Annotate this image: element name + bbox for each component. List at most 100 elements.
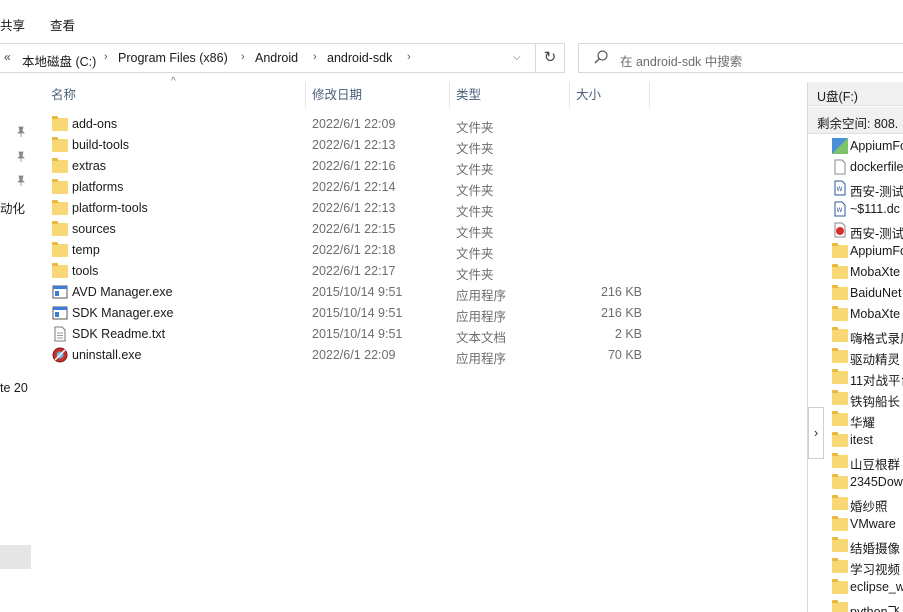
overflow-chevron-icon[interactable]: « [4,50,11,64]
column-header-type[interactable]: 类型 [456,84,481,108]
pin-icon[interactable] [15,126,27,138]
drive-item[interactable]: python飞 [832,598,903,612]
folder-icon [52,263,68,278]
drive-item-label: 西安-测试 [850,185,903,199]
refresh-button[interactable]: ↻ [536,43,565,73]
drive-item[interactable]: AppiumFo [832,136,903,157]
folder-icon [52,158,68,173]
drive-item[interactable]: W 西安-测试 [832,178,903,199]
drive-item[interactable]: dockerfile [832,157,903,178]
file-row[interactable]: sources 2022/6/1 22:15 文件夹 [48,219,650,240]
drive-item[interactable]: W ~$111.dc [832,199,903,220]
column-header-size[interactable]: 大小 [576,84,601,108]
nav-item-label[interactable]: 动化 [0,198,25,217]
application-icon [52,305,68,321]
breadcrumb-android-sdk[interactable]: android-sdk [327,51,392,65]
drive-item-label: 西安-测试 [850,227,903,241]
file-row[interactable]: tools 2022/6/1 22:17 文件夹 [48,261,650,282]
folder-icon [832,411,848,426]
chevron-right-icon[interactable]: › [104,51,108,63]
breadcrumb-program-files[interactable]: Program Files (x86) [118,51,228,65]
drive-item[interactable]: eclipse_w [832,577,903,598]
file-size: 216 KB [600,285,642,299]
drive-item[interactable]: AppiumFo [832,241,903,262]
folder-icon [832,348,848,363]
file-row[interactable]: uninstall.exe 2022/6/1 22:09 应用程序 70 KB [48,345,650,366]
file-row[interactable]: platform-tools 2022/6/1 22:13 文件夹 [48,198,650,219]
tab-view[interactable]: 查看 [50,15,75,34]
drive-item[interactable]: 西安-测试 [832,220,903,241]
drive-item-label: itest [850,433,873,447]
file-modified-date: 2022/6/1 22:13 [312,138,396,152]
drive-item[interactable]: itest [832,430,903,451]
column-header-name[interactable]: 名称 [51,84,76,108]
drive-item[interactable]: 学习视频 [832,556,903,577]
file-type: 文本文档 [456,331,507,345]
drive-item[interactable]: 驱动精灵 [832,346,903,367]
folder-icon [832,390,848,405]
file-type: 文件夹 [456,121,494,135]
breadcrumb-local-disk[interactable]: 本地磁盘 (C:) [22,51,96,70]
file-row[interactable]: extras 2022/6/1 22:16 文件夹 [48,156,650,177]
drive-item[interactable]: MobaXte [832,304,903,325]
file-name: sources [72,222,116,236]
address-bar[interactable]: « 本地磁盘 (C:) › Program Files (x86) › Andr… [0,43,536,73]
breadcrumb-android[interactable]: Android [255,51,298,65]
column-divider[interactable] [569,82,570,108]
file-row[interactable]: build-tools 2022/6/1 22:13 文件夹 [48,135,650,156]
file-row[interactable]: add-ons 2022/6/1 22:09 文件夹 [48,114,650,135]
pin-icon[interactable] [15,151,27,163]
file-name: tools [72,264,99,278]
search-input[interactable]: 在 android-sdk 中搜索 [578,43,903,73]
file-row[interactable]: platforms 2022/6/1 22:14 文件夹 [48,177,650,198]
column-divider[interactable] [449,82,450,108]
column-divider[interactable] [305,82,306,108]
file-modified-date: 2022/6/1 22:17 [312,264,396,278]
file-row[interactable]: SDK Manager.exe 2015/10/14 9:51 应用程序 216 KB [48,303,650,324]
folder-icon [52,242,68,257]
drive-item-label: python飞 [850,605,901,612]
drive-item[interactable]: MobaXte [832,262,903,283]
folder-icon [832,558,848,573]
file-row[interactable]: AVD Manager.exe 2015/10/14 9:51 应用程序 216 KB [48,282,650,303]
drive-item-label: 11对战平台 [850,374,903,388]
chevron-right-icon[interactable]: › [313,51,317,63]
nav-item-label[interactable]: te 20 [0,381,28,395]
drive-item-label: eclipse_w [850,580,903,594]
chevron-down-icon[interactable]: ⌵ [513,52,521,63]
folder-icon [832,306,848,321]
drive-item[interactable]: 山豆根群 [832,451,903,472]
folder-icon [52,221,68,236]
chevron-right-icon[interactable]: › [407,51,411,63]
folder-icon [832,285,848,300]
drive-item-label: 铁钩船长 [850,395,901,409]
file-type: 文件夹 [456,205,494,219]
pane-expand-button[interactable]: › [808,407,824,459]
drive-item[interactable]: 婚纱照 [832,493,903,514]
drive-item[interactable]: BaiduNet [832,283,903,304]
drive-item[interactable]: 2345Dow [832,472,903,493]
drive-item[interactable]: 结婚摄像 [832,535,903,556]
folder-icon [832,327,848,342]
drive-item[interactable]: 11对战平台 [832,367,903,388]
folder-icon [832,516,848,531]
tab-share[interactable]: 共享 [0,15,25,34]
column-header-date[interactable]: 修改日期 [312,84,362,108]
drive-item[interactable]: 铁钩船长 [832,388,903,409]
chevron-right-icon[interactable]: › [241,51,245,63]
nav-selected-item[interactable] [0,545,31,569]
drive-item[interactable]: 嗨格式录屏 [832,325,903,346]
drive-item[interactable]: 华耀 [832,409,903,430]
file-row[interactable]: SDK Readme.txt 2015/10/14 9:51 文本文档 2 KB [48,324,650,345]
folder-icon [832,495,848,510]
file-type: 文件夹 [456,163,494,177]
drive-item-label: MobaXte [850,307,901,321]
drive-item[interactable]: VMware [832,514,903,535]
file-name: SDK Readme.txt [72,327,166,341]
file-name: extras [72,159,107,173]
svg-text:W: W [837,207,843,214]
file-row[interactable]: temp 2022/6/1 22:18 文件夹 [48,240,650,261]
file-type: 应用程序 [456,352,507,366]
column-divider[interactable] [649,82,650,108]
pin-icon[interactable] [15,175,27,187]
